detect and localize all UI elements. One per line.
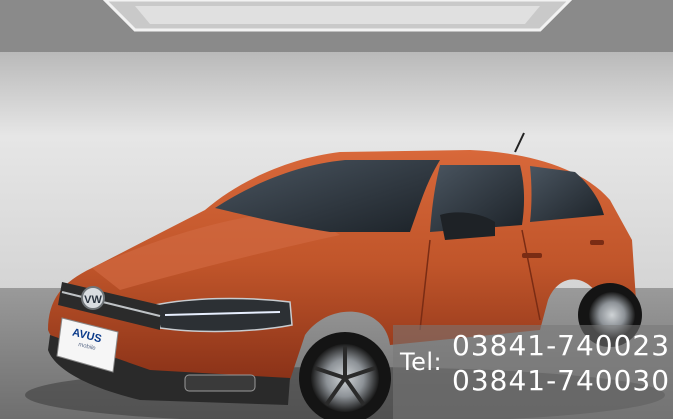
door-handle	[590, 240, 604, 245]
phone-number-2: 03841-740030	[452, 364, 671, 397]
svg-text:VW: VW	[84, 294, 102, 306]
ceiling-light-panel	[135, 6, 540, 24]
fog-light	[184, 374, 256, 392]
phone-number-1: 03841-740023	[452, 329, 671, 362]
door-handle	[522, 253, 542, 258]
tel-label: Tel:	[400, 348, 443, 376]
car-photo: VW AVUS mobile Tel: 03841-740023 03841-7…	[0, 0, 673, 419]
